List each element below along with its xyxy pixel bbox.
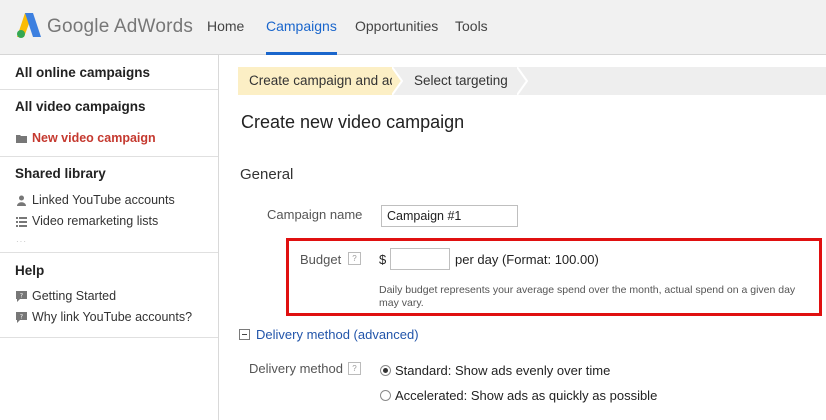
nav-campaigns[interactable]: Campaigns	[266, 0, 337, 55]
person-icon	[17, 195, 26, 206]
adwords-logo-icon	[17, 13, 41, 38]
sidebar-item-new-video-campaign[interactable]: New video campaign	[0, 128, 219, 149]
wizard-steps: Create campaign and ad Select targeting	[238, 67, 826, 95]
sidebar-item-label: Why link YouTube accounts?	[32, 310, 193, 324]
nav-opportunities[interactable]: Opportunities	[355, 0, 438, 55]
sidebar-item-label: Linked YouTube accounts	[32, 193, 175, 207]
budget-highlight-box	[286, 238, 822, 316]
delivery-method-toggle[interactable]: Delivery method (advanced)	[256, 327, 419, 342]
sidebar-item-shared-library[interactable]: Shared library	[0, 166, 121, 181]
radio-accelerated-label[interactable]: Accelerated: Show ads as quickly as poss…	[395, 388, 657, 403]
folder-icon	[16, 135, 27, 143]
collapse-icon[interactable]	[239, 329, 250, 340]
step-select-targeting[interactable]: Select targeting	[414, 67, 508, 95]
sidebar-item-help[interactable]: Help	[0, 263, 59, 278]
step-chevron-icon	[392, 67, 404, 95]
sidebar-section-shared-library: Shared library Linked YouTube accounts V…	[0, 157, 218, 253]
sidebar-section-video: All video campaigns New video campaign	[0, 90, 218, 157]
logo-text: Google AdWords	[47, 16, 194, 37]
help-bubble-icon: ?	[16, 312, 27, 323]
delivery-help-icon[interactable]: ?	[348, 362, 361, 375]
sidebar-item-getting-started[interactable]: ? Getting Started	[0, 286, 219, 307]
sidebar-item-all-video-campaigns[interactable]: All video campaigns	[0, 99, 161, 114]
sidebar-section-help: Help ? Getting Started ? Why link YouTub…	[0, 253, 218, 338]
section-heading-general: General	[240, 166, 294, 183]
top-bar: Google AdWords Home Campaigns Opportunit…	[0, 0, 826, 55]
sidebar-item-all-online-campaigns[interactable]: All online campaigns	[0, 65, 165, 80]
help-bubble-icon: ?	[16, 291, 27, 302]
svg-text:?: ?	[20, 314, 23, 321]
adwords-logo[interactable]: Google AdWords	[16, 11, 193, 41]
radio-standard-label[interactable]: Standard: Show ads evenly over time	[395, 363, 610, 378]
sidebar-item-label: New video campaign	[32, 131, 156, 145]
sidebar-item-remarketing-lists[interactable]: Video remarketing lists	[0, 211, 219, 232]
sidebar: All online campaigns All video campaigns…	[0, 55, 219, 420]
nav-tools[interactable]: Tools	[455, 0, 488, 55]
nav-home[interactable]: Home	[207, 0, 244, 55]
sidebar-item-label: Getting Started	[32, 289, 117, 303]
campaign-name-input[interactable]	[381, 205, 518, 227]
step-chevron-icon	[517, 67, 529, 95]
more-indicator: ···	[16, 237, 27, 246]
radio-accelerated[interactable]	[380, 390, 391, 401]
campaign-name-label: Campaign name	[267, 207, 363, 222]
list-icon	[16, 217, 27, 227]
svg-text:?: ?	[20, 293, 23, 300]
sidebar-section-online: All online campaigns	[0, 55, 218, 90]
delivery-method-label: Delivery method	[249, 361, 343, 376]
step-create-campaign[interactable]: Create campaign and ad	[238, 67, 397, 95]
radio-standard[interactable]	[380, 365, 391, 376]
sidebar-item-label: Video remarketing lists	[32, 214, 159, 228]
sidebar-item-linked-youtube[interactable]: Linked YouTube accounts	[0, 190, 219, 211]
sidebar-item-why-link[interactable]: ? Why link YouTube accounts?	[0, 307, 219, 328]
page-title: Create new video campaign	[241, 112, 465, 132]
